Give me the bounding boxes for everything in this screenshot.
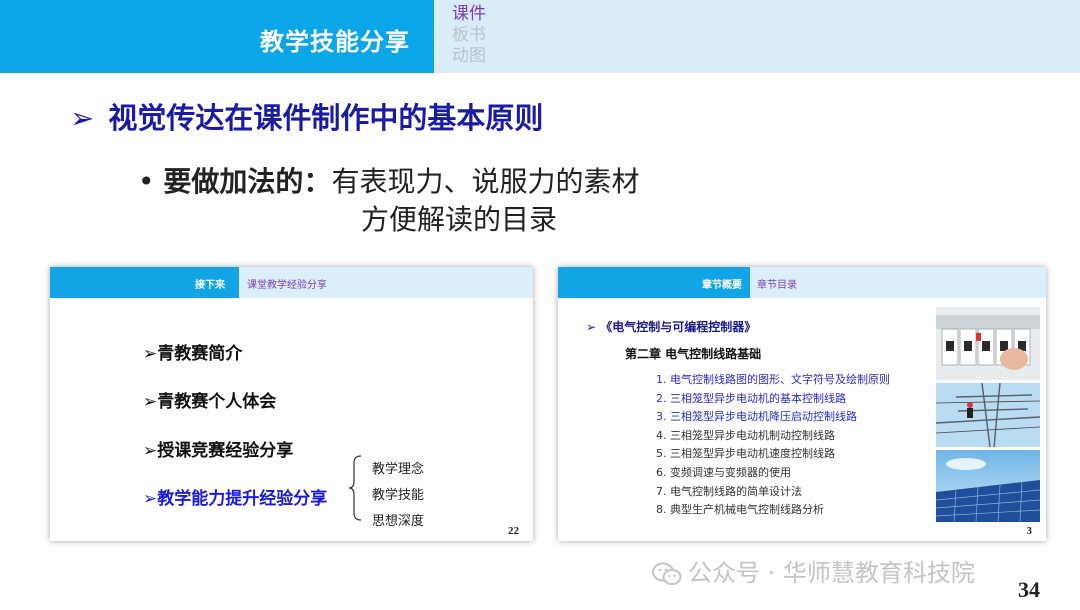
header-banner: 教学技能分享 [0,0,434,73]
thumb1-item-3: ➢授课竞赛经验分享 [143,436,293,461]
watermark: 公众号 · 华师慧教育科技院 [652,553,975,588]
bullet-label: 要做加法的： [163,165,332,198]
thumb1-sub-item-3: 思想深度 [372,514,425,529]
tab-blackboard[interactable]: 板书 [452,25,486,46]
heading-text: 视觉传达在课件制作中的基本原则 [108,101,544,135]
thumb2-list: 1. 电气控制线路图的图形、文字符号及绘制原则 2. 三相笼型异步电动机的基本控… [656,371,890,520]
bullet-line-2: 方便解读的目录 [361,203,558,236]
thumb1-item-2-text: 青教赛个人体会 [157,392,277,412]
brace-icon [348,455,362,521]
circuit-breaker-photo [936,307,1040,380]
bullet-line-1: 有表现力、说服力的素材 [331,165,640,198]
arrow-right-icon: ➢ [70,101,95,135]
bullet-dot-icon: • [138,165,164,198]
header-tabs: 课件 板书 动图 [452,4,486,67]
bullet-point: • 要做加法的：有表现力、说服力的素材 [138,160,639,200]
thumb1-sub-item-1: 教学理念 [372,462,425,477]
tab-animation[interactable]: 动图 [452,46,486,67]
thumb1-item-1-text: 青教赛简介 [157,344,243,364]
thumb2-header-title: 章节概要 [702,280,742,291]
slide-thumbnail-1: 接下来 课堂教学经验分享 ➢青教赛简介 ➢青教赛个人体会 ➢授课竞赛经验分享 ➢… [50,267,533,541]
thumb1-page-number: 22 [508,525,519,537]
watermark-text: 公众号 · 华师慧教育科技院 [688,559,975,587]
thumb1-header-sub: 课堂教学经验分享 [247,280,327,291]
thumb2-chapter: 第二章 电气控制线路基础 [625,347,762,361]
list-item: 8. 典型生产机械电气控制线路分析 [656,503,824,517]
arrow-right-icon: ➢ [586,320,601,334]
wechat-icon [652,562,682,585]
list-item: 7. 电气控制线路的简单设计法 [656,484,802,498]
thumb1-item-3-text: 授课竞赛经验分享 [157,441,294,461]
slide-heading: ➢ 视觉传达在课件制作中的基本原则 [70,95,543,137]
slide-thumbnail-2: 章节概要 章节目录 ➢ 《电气控制与可编程控制器》 第二章 电气控制线路基础 1… [558,267,1046,541]
page-number: 34 [1018,577,1040,602]
thumb2-header-sub: 章节目录 [757,280,797,291]
header-title: 教学技能分享 [260,28,410,56]
solar-panels-photo [936,450,1040,522]
thumb1-item-4-text: 教学能力提升经验分享 [157,489,328,509]
list-item: 5. 三相笼型异步电动机速度控制线路 [656,447,835,461]
thumb1-item-1: ➢青教赛简介 [143,339,242,364]
list-item: 1. 电气控制线路图的图形、文字符号及绘制原则 [656,373,890,386]
thumb2-header-left: 章节概要 [558,267,750,298]
list-item: 4. 三相笼型异步电动机制动控制线路 [656,428,835,442]
list-item: 3. 三相笼型异步电动机降压启动控制线路 [656,410,857,424]
thumb2-book-title: ➢ 《电气控制与可编程控制器》 [586,318,756,335]
list-item: 2. 三相笼型异步电动机的基本控制线路 [656,391,846,405]
arrow-right-icon: ➢ [143,441,158,461]
tab-courseware[interactable]: 课件 [452,4,486,25]
arrow-right-icon: ➢ [143,344,158,364]
arrow-right-icon: ➢ [143,489,158,509]
header-tabs-area: 课件 板书 动图 [434,0,1080,73]
thumb1-header-right: 课堂教学经验分享 [239,267,533,298]
thumb1-item-2: ➢青教赛个人体会 [143,387,276,412]
thumb1-item-4: ➢教学能力提升经验分享 [143,484,327,509]
thumb1-sub-item-2: 教学技能 [372,488,425,503]
list-item: 6. 变频调速与变频器的使用 [656,465,791,479]
thumb2-book-text: 《电气控制与可编程控制器》 [600,320,757,334]
thumb1-header-left: 接下来 [50,267,239,298]
thumb2-page-number: 3 [1026,525,1033,537]
thumb1-header-title: 接下来 [195,280,225,291]
thumb2-header-right: 章节目录 [750,267,1046,298]
arrow-right-icon: ➢ [143,392,158,412]
power-line-photo [936,383,1040,447]
